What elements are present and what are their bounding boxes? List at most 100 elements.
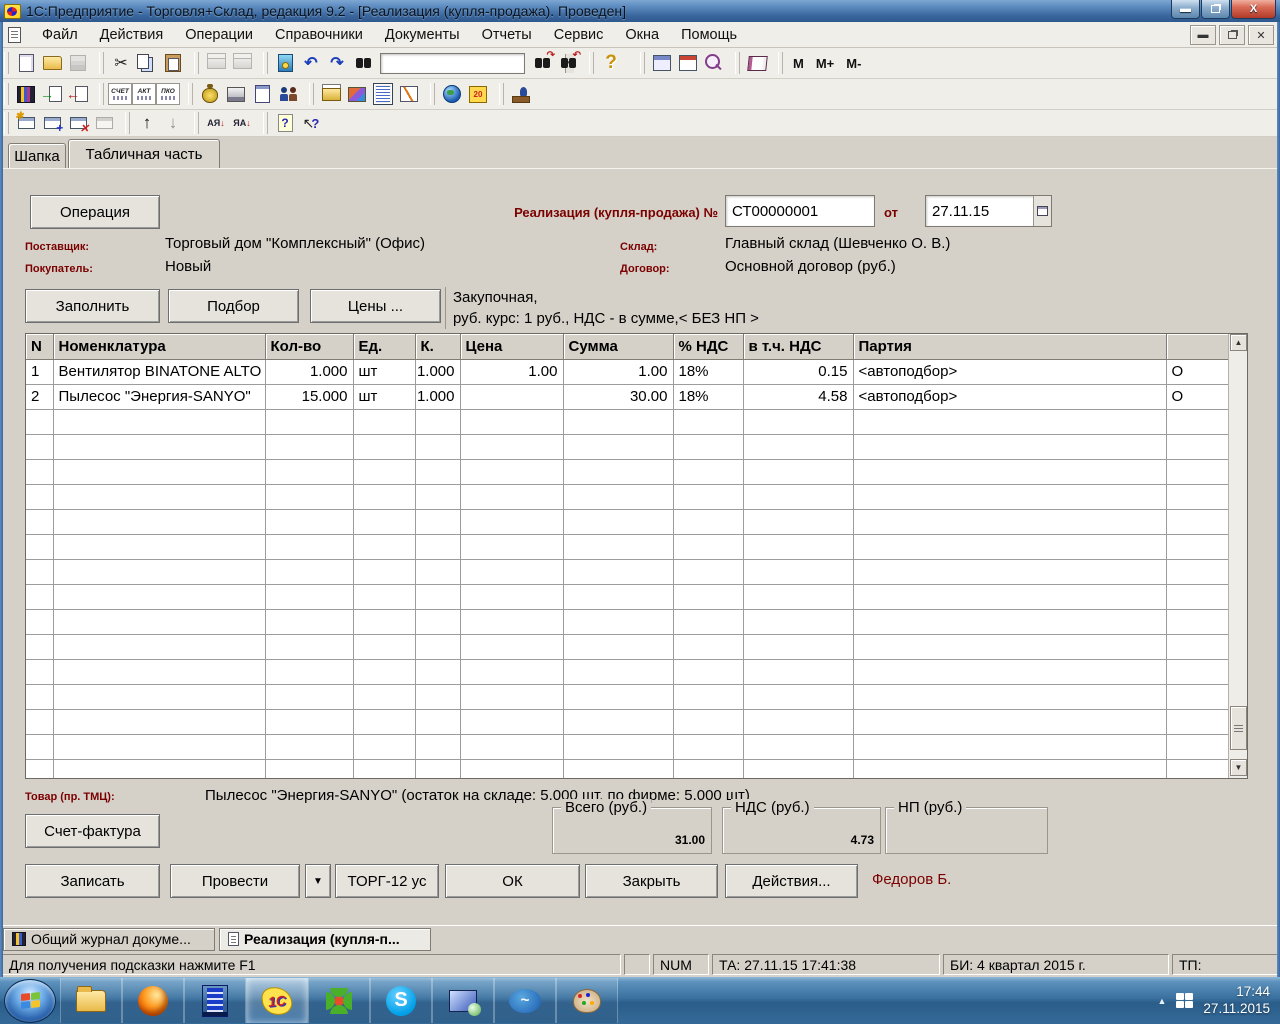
subordinate-documents-icon[interactable] bbox=[65, 82, 91, 106]
taskbar-clock[interactable]: 17:44 27.11.2015 bbox=[1203, 984, 1270, 1018]
taskbar-openoffice-button[interactable]: ~ bbox=[494, 978, 556, 1023]
cell-k[interactable]: 1.000 bbox=[415, 359, 460, 384]
empty-table-row[interactable] bbox=[26, 559, 1230, 584]
empty-table-row[interactable] bbox=[26, 409, 1230, 434]
empty-table-row[interactable] bbox=[26, 734, 1230, 759]
open-icon[interactable] bbox=[39, 51, 65, 75]
clipboard-report-icon[interactable] bbox=[249, 82, 275, 106]
empty-table-row[interactable] bbox=[26, 659, 1230, 684]
description-book-icon[interactable] bbox=[744, 51, 770, 75]
menu-item-8[interactable]: Окна bbox=[614, 24, 670, 46]
help-icon[interactable] bbox=[598, 51, 624, 75]
column-header[interactable] bbox=[1166, 334, 1230, 359]
scroll-up-button[interactable]: ▲ bbox=[1230, 334, 1247, 351]
search-combobox[interactable]: ▼ bbox=[380, 53, 525, 74]
ok-button[interactable]: ОК bbox=[445, 864, 580, 898]
child-restore-button[interactable] bbox=[1219, 25, 1245, 45]
prices-button[interactable]: Цены ... bbox=[310, 289, 441, 323]
column-header[interactable]: Кол-во bbox=[265, 334, 353, 359]
empty-table-row[interactable] bbox=[26, 484, 1230, 509]
empty-table-row[interactable] bbox=[26, 434, 1230, 459]
tray-expand-icon[interactable]: ▲ bbox=[1158, 996, 1167, 1006]
tray-windows-icon[interactable] bbox=[1176, 993, 1193, 1008]
supplier-value[interactable]: Торговый дом "Комплексный" (Офис) bbox=[165, 235, 425, 252]
undo-icon[interactable] bbox=[298, 51, 324, 75]
move-row-up-icon[interactable] bbox=[134, 111, 160, 135]
cell-price[interactable]: 1.00 bbox=[460, 359, 563, 384]
child-minimize-button[interactable]: ▬ bbox=[1190, 25, 1216, 45]
print-icon[interactable] bbox=[203, 51, 229, 75]
column-header[interactable]: Номенклатура bbox=[53, 334, 265, 359]
save-button[interactable]: Записать bbox=[25, 864, 160, 898]
cell-flag[interactable]: О bbox=[1166, 384, 1230, 409]
empty-table-row[interactable] bbox=[26, 709, 1230, 734]
doc-number-input[interactable]: СТ00000001 bbox=[725, 195, 875, 227]
redo-icon[interactable] bbox=[324, 51, 350, 75]
cell-qty[interactable]: 1.000 bbox=[265, 359, 353, 384]
window-close-button[interactable]: X bbox=[1231, 0, 1276, 19]
cell-n[interactable]: 2 bbox=[26, 384, 53, 409]
menu-item-9[interactable]: Помощь bbox=[670, 24, 748, 46]
empty-table-row[interactable] bbox=[26, 534, 1230, 559]
menu-item-2[interactable]: Действия bbox=[89, 24, 175, 46]
post-button[interactable]: Провести bbox=[170, 864, 300, 898]
column-header[interactable]: К. bbox=[415, 334, 460, 359]
cell-flag[interactable]: О bbox=[1166, 359, 1230, 384]
column-header[interactable]: Сумма bbox=[563, 334, 673, 359]
window-minimize-button[interactable]: ▬ bbox=[1171, 0, 1200, 19]
memory-minus-button[interactable]: М- bbox=[840, 56, 867, 71]
context-help-icon[interactable] bbox=[298, 111, 324, 135]
cell-unit[interactable]: шт bbox=[353, 359, 415, 384]
sort-descending-icon[interactable]: ЯА↓ bbox=[229, 111, 255, 135]
cell-batch[interactable]: <автоподбор> bbox=[853, 359, 1166, 384]
find-previous-icon[interactable] bbox=[555, 51, 581, 75]
help-contents-icon[interactable] bbox=[272, 111, 298, 135]
delete-row-icon[interactable]: ✕ bbox=[65, 111, 91, 135]
new-document-icon[interactable] bbox=[13, 51, 39, 75]
date-picker-button[interactable] bbox=[1033, 196, 1051, 226]
empty-table-row[interactable] bbox=[26, 584, 1230, 609]
calendar-20-icon[interactable] bbox=[465, 82, 491, 106]
find-next-icon[interactable] bbox=[529, 51, 555, 75]
taskbar-1c-button[interactable] bbox=[246, 978, 308, 1023]
actions-button[interactable]: Действия... bbox=[725, 864, 858, 898]
empty-table-row[interactable] bbox=[26, 759, 1230, 779]
cell-price[interactable]: 2.00 bbox=[460, 384, 563, 409]
cell-batch[interactable]: <автоподбор> bbox=[853, 384, 1166, 409]
duplicate-row-icon[interactable] bbox=[91, 111, 117, 135]
menu-item-5[interactable]: Документы bbox=[374, 24, 471, 46]
scroll-thumb[interactable] bbox=[1230, 706, 1247, 750]
table-row[interactable]: 1Вентилятор BINATONE ALTO1.000шт1.0001.0… bbox=[26, 359, 1230, 384]
tab-tablichnaya-chast[interactable]: Табличная часть bbox=[68, 139, 220, 168]
empty-table-row[interactable] bbox=[26, 459, 1230, 484]
cell-k[interactable]: 1.000 bbox=[415, 384, 460, 409]
pko-icon[interactable]: ПКО bbox=[156, 83, 180, 105]
empty-table-row[interactable] bbox=[26, 684, 1230, 709]
menu-item-7[interactable]: Сервис bbox=[543, 24, 615, 46]
invoice-schet-icon[interactable]: СЧЕТ bbox=[108, 83, 132, 105]
cut-icon[interactable] bbox=[108, 51, 134, 75]
memory-recall-button[interactable]: М bbox=[787, 56, 810, 71]
cell-vat[interactable]: 18% bbox=[673, 359, 743, 384]
print-document-icon[interactable] bbox=[318, 82, 344, 106]
torg12-button[interactable]: ТОРГ-12 ус bbox=[335, 864, 439, 898]
tab-shapka[interactable]: Шапка bbox=[8, 143, 66, 168]
workplace-icon[interactable] bbox=[508, 82, 534, 106]
cell-qty[interactable]: 15.000 bbox=[265, 384, 353, 409]
save-icon[interactable] bbox=[65, 51, 91, 75]
money-bag-icon[interactable] bbox=[197, 82, 223, 106]
window-restore-button[interactable] bbox=[1201, 0, 1230, 19]
contract-value[interactable]: Основной договор (руб.) bbox=[725, 258, 896, 275]
column-header[interactable]: в т.ч. НДС bbox=[743, 334, 853, 359]
empty-table-row[interactable] bbox=[26, 509, 1230, 534]
cell-vat_sum[interactable]: 0.15 bbox=[743, 359, 853, 384]
taskbar-paint-button[interactable] bbox=[556, 978, 618, 1023]
register-list-icon[interactable] bbox=[370, 82, 396, 106]
print-preview-icon[interactable] bbox=[229, 51, 255, 75]
calendar-icon[interactable] bbox=[675, 51, 701, 75]
table-vertical-scrollbar[interactable]: ▲ ▼ bbox=[1228, 334, 1247, 778]
empty-table-row[interactable] bbox=[26, 609, 1230, 634]
web-icon[interactable] bbox=[439, 82, 465, 106]
taskbar-explorer-button[interactable] bbox=[60, 978, 122, 1023]
column-header[interactable]: Партия bbox=[853, 334, 1166, 359]
